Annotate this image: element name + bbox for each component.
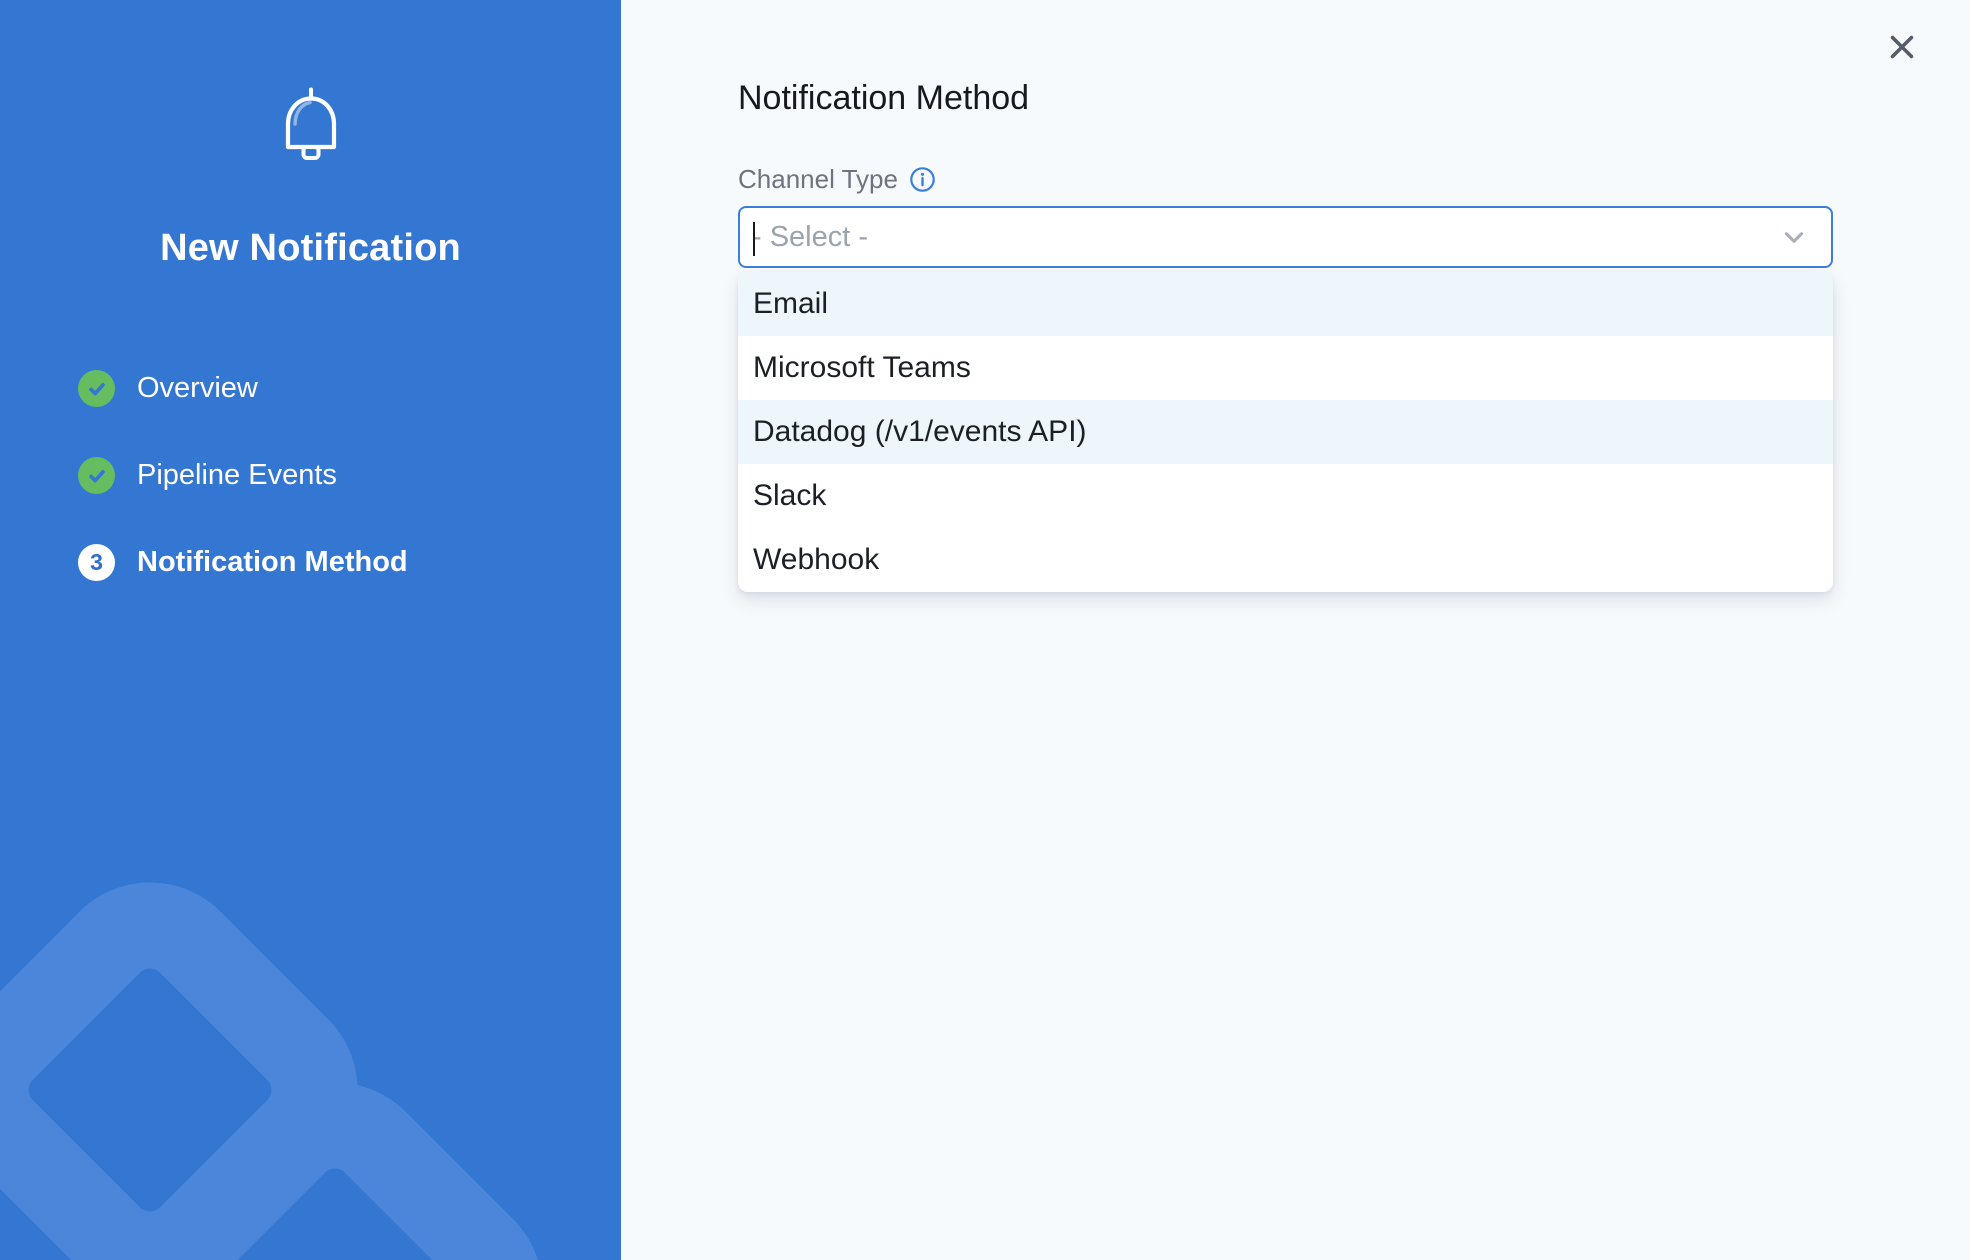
dropdown-option-webhook[interactable]: Webhook	[738, 528, 1833, 592]
dropdown-option-datadog[interactable]: Datadog (/v1/events API)	[738, 400, 1833, 464]
close-icon	[1885, 30, 1919, 67]
page-title: Notification Method	[738, 74, 1970, 122]
channel-type-select[interactable]: - Select -	[738, 206, 1833, 268]
step-overview[interactable]: Overview	[78, 370, 621, 407]
watermark-ring-bottom	[86, 1041, 584, 1260]
step-label: Overview	[137, 372, 258, 405]
close-button[interactable]	[1884, 30, 1920, 66]
dropdown-option-email[interactable]: Email	[738, 272, 1833, 336]
chevron-down-icon	[1781, 224, 1807, 250]
dropdown-option-slack[interactable]: Slack	[738, 464, 1833, 528]
check-icon	[78, 370, 115, 407]
channel-type-dropdown: Email Microsoft Teams Datadog (/v1/event…	[738, 272, 1833, 592]
info-icon[interactable]	[909, 166, 936, 193]
step-notification-method[interactable]: 3 Notification Method	[78, 544, 621, 581]
wizard-steps: Overview Pipeline Events 3 Notification …	[0, 370, 621, 581]
wizard-sidebar: New Notification Overview	[0, 0, 621, 1260]
step-label: Notification Method	[137, 546, 408, 579]
watermark-ring-top	[0, 841, 399, 1260]
wizard-title: New Notification	[0, 227, 621, 270]
channel-type-label: Channel Type	[738, 164, 898, 194]
step-pipeline-events[interactable]: Pipeline Events	[78, 457, 621, 494]
step-number-badge: 3	[78, 544, 115, 581]
dropdown-option-microsoft-teams[interactable]: Microsoft Teams	[738, 336, 1833, 400]
check-icon	[78, 457, 115, 494]
new-notification-modal: New Notification Overview	[0, 0, 1970, 1260]
bell-icon	[271, 84, 351, 171]
channel-type-field-label: Channel Type	[738, 164, 1970, 194]
text-cursor	[753, 222, 755, 256]
notification-method-panel: Notification Method Channel Type - Selec…	[621, 0, 1970, 1260]
select-placeholder: - Select -	[752, 221, 868, 254]
step-label: Pipeline Events	[137, 459, 337, 492]
